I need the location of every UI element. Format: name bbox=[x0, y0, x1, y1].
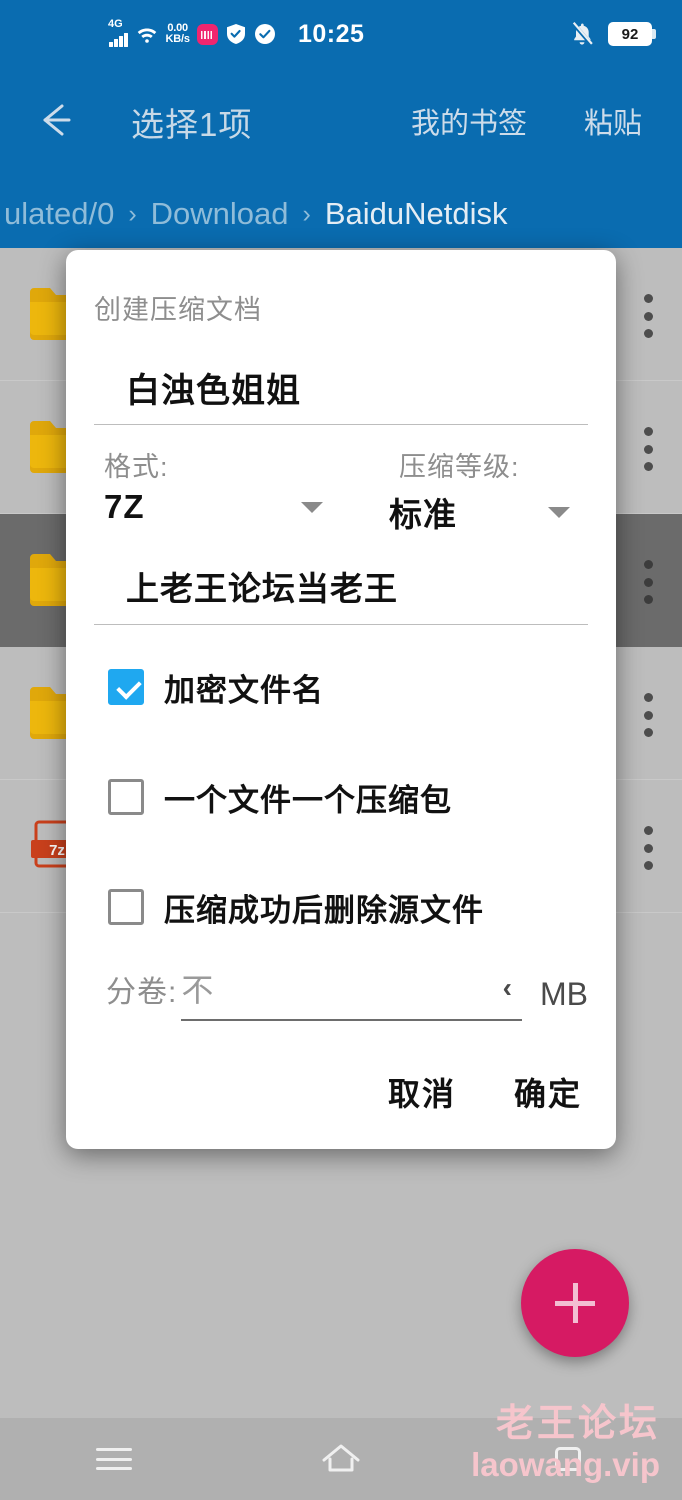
network-speed: 0.00 KB/s bbox=[166, 23, 190, 45]
row-menu-icon[interactable] bbox=[644, 693, 654, 737]
format-level-row: 格式: 7Z 压缩等级: 标准 bbox=[94, 445, 588, 536]
checkbox-row-one-archive-per-file[interactable]: 一个文件一个压缩包 bbox=[94, 769, 588, 825]
home-icon bbox=[322, 1444, 360, 1472]
app-badge-icon bbox=[196, 23, 218, 45]
format-column: 格式: 7Z bbox=[94, 445, 341, 536]
breadcrumb-separator: › bbox=[302, 199, 311, 228]
phone-screen: 7z 4G 0.00 KB/s 10:25 92 选择1项 我的书签 粘贴 ul… bbox=[0, 0, 682, 1500]
checkbox-row-encrypt-filenames[interactable]: 加密文件名 bbox=[94, 659, 588, 715]
signal-bars bbox=[109, 33, 128, 47]
my-bookmarks-button[interactable]: 我的书签 bbox=[411, 100, 527, 142]
checkbox-unchecked-icon[interactable] bbox=[108, 779, 144, 815]
split-volume-unit: MB bbox=[540, 976, 588, 1012]
checkbox-unchecked-icon[interactable] bbox=[108, 889, 144, 925]
format-label: 格式: bbox=[104, 452, 169, 482]
shield-check-icon bbox=[226, 24, 245, 44]
battery-level: 92 bbox=[621, 25, 639, 43]
split-volume-input[interactable]: 不 bbox=[181, 965, 214, 1011]
format-dropdown[interactable]: 7Z bbox=[94, 488, 341, 526]
dialog-title: 创建压缩文档 bbox=[94, 295, 262, 325]
checkbox-label: 压缩成功后删除源文件 bbox=[164, 892, 484, 928]
checkbox-checked-icon[interactable] bbox=[108, 669, 144, 705]
create-archive-dialog: 创建压缩文档 白浊色姐姐 格式: 7Z 压缩等级: 标准 上老王论坛当老王 加密… bbox=[66, 250, 616, 1149]
format-value: 7Z bbox=[104, 488, 145, 525]
split-volume-input-wrap: 不 ‹ bbox=[181, 965, 522, 1021]
confirm-button[interactable]: 确定 bbox=[514, 1069, 582, 1115]
checkbox-label: 加密文件名 bbox=[164, 672, 324, 708]
row-menu-icon[interactable] bbox=[644, 427, 654, 471]
recents-icon bbox=[555, 1447, 582, 1471]
level-column: 压缩等级: 标准 bbox=[341, 445, 588, 536]
battery-icon: 92 bbox=[608, 22, 656, 46]
option-checkboxes: 加密文件名 一个文件一个压缩包 压缩成功后删除源文件 bbox=[94, 659, 588, 935]
signal-4g-label: 4G bbox=[108, 18, 123, 30]
add-fab-button[interactable] bbox=[521, 1249, 629, 1357]
password-input[interactable]: 上老王论坛当老王 bbox=[94, 562, 588, 624]
nav-home-button[interactable] bbox=[296, 1429, 386, 1489]
nav-menu-button[interactable] bbox=[69, 1429, 159, 1489]
level-dropdown[interactable]: 标准 bbox=[359, 488, 588, 536]
split-volume-label: 分卷: bbox=[106, 976, 178, 1009]
breadcrumb-item-1[interactable]: Download bbox=[151, 196, 289, 232]
app-bar: 选择1项 我的书签 粘贴 bbox=[0, 68, 682, 178]
app-header: 4G 0.00 KB/s 10:25 92 选择1项 我的书签 粘贴 ulate… bbox=[0, 0, 682, 248]
svg-text:7z: 7z bbox=[49, 842, 65, 859]
row-menu-icon[interactable] bbox=[644, 826, 654, 870]
nav-recents-button[interactable] bbox=[523, 1429, 613, 1489]
breadcrumb-item-0[interactable]: ulated/0 bbox=[4, 196, 114, 232]
dialog-body: 白浊色姐姐 格式: 7Z 压缩等级: 标准 上老王论坛当老王 加密文件名 一个文… bbox=[66, 363, 616, 1021]
system-nav-bar bbox=[0, 1418, 682, 1500]
level-value: 标准 bbox=[389, 496, 457, 533]
breadcrumb-separator: › bbox=[128, 199, 137, 228]
row-menu-icon[interactable] bbox=[644, 560, 654, 604]
status-bar-clock: 10:25 bbox=[298, 19, 365, 48]
chevron-down-icon bbox=[301, 501, 323, 513]
dialog-actions: 取消 确定 bbox=[66, 1021, 616, 1149]
split-volume-row: 分卷: 不 ‹ MB bbox=[94, 965, 588, 1021]
status-bar: 4G 0.00 KB/s 10:25 92 bbox=[0, 0, 682, 68]
checkbox-label: 一个文件一个压缩包 bbox=[164, 782, 452, 818]
cancel-button[interactable]: 取消 bbox=[388, 1069, 456, 1115]
bell-muted-icon bbox=[571, 21, 593, 46]
paste-button[interactable]: 粘贴 bbox=[584, 100, 642, 142]
archive-name-input[interactable]: 白浊色姐姐 bbox=[94, 363, 588, 424]
chevron-left-icon[interactable]: ‹ bbox=[503, 972, 512, 1004]
row-menu-icon[interactable] bbox=[644, 294, 654, 338]
divider bbox=[94, 424, 588, 425]
status-bar-right: 92 bbox=[570, 0, 656, 68]
breadcrumb: ulated/0 › Download › BaiduNetdisk bbox=[0, 186, 682, 242]
breadcrumb-item-2[interactable]: BaiduNetdisk bbox=[325, 196, 508, 232]
level-label: 压缩等级: bbox=[399, 452, 520, 482]
status-bar-left: 4G 0.00 KB/s bbox=[108, 0, 276, 68]
checkbox-row-delete-source-after[interactable]: 压缩成功后删除源文件 bbox=[94, 879, 588, 935]
page-title: 选择1项 bbox=[131, 106, 253, 143]
menu-icon bbox=[95, 1448, 132, 1470]
wifi-icon bbox=[137, 28, 156, 43]
network-speed-unit: KB/s bbox=[165, 33, 190, 45]
chevron-down-icon bbox=[548, 506, 570, 518]
signal-4g-icon: 4G bbox=[108, 18, 128, 47]
divider bbox=[94, 624, 588, 625]
back-arrow-icon[interactable] bbox=[32, 96, 80, 144]
circle-check-icon bbox=[254, 24, 275, 44]
